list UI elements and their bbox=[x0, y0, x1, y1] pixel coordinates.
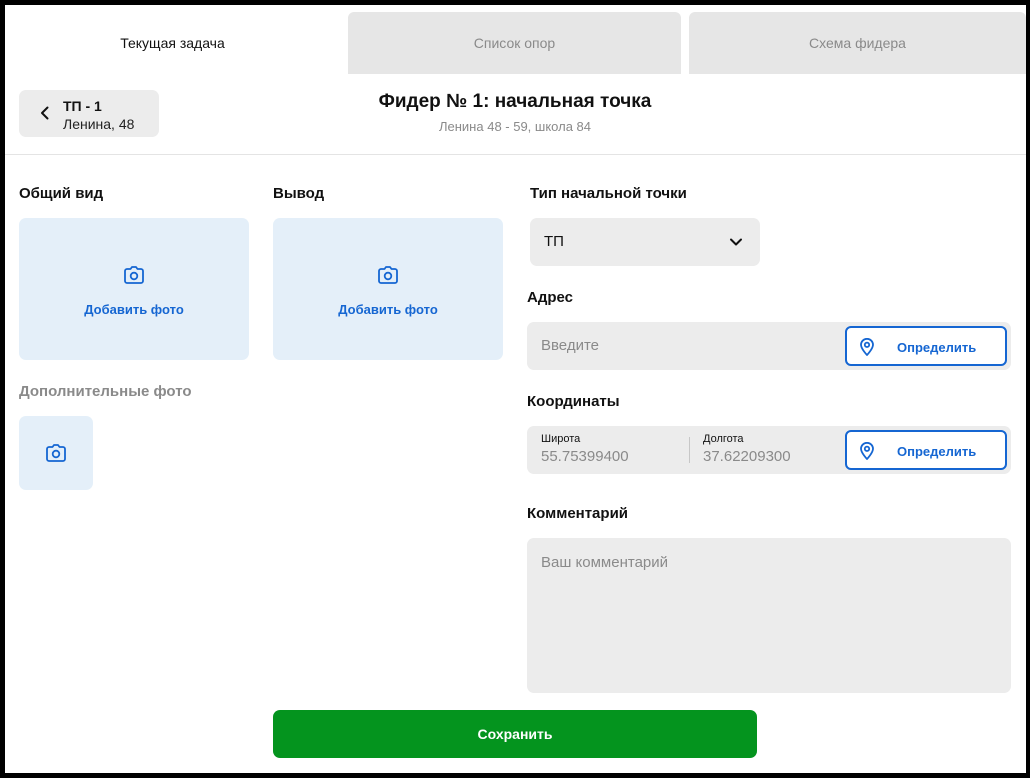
coordinates-divider bbox=[689, 437, 690, 463]
tab-label: Схема фидера bbox=[809, 35, 906, 51]
latitude-label: Широта bbox=[541, 433, 581, 445]
tab-feeder-scheme[interactable]: Схема фидера bbox=[689, 12, 1026, 74]
back-title: ТП - 1 bbox=[63, 98, 102, 114]
general-view-photo-button[interactable]: Добавить фото bbox=[19, 218, 249, 360]
comment-label: Комментарий bbox=[527, 505, 629, 522]
coordinates-label: Координаты bbox=[527, 393, 620, 410]
detect-label: Определить bbox=[897, 340, 977, 355]
tab-label: Текущая задача bbox=[120, 35, 225, 51]
detect-address-button[interactable]: Определить bbox=[845, 326, 1007, 366]
map-pin-icon bbox=[860, 442, 874, 460]
chevron-left-icon bbox=[41, 106, 49, 120]
comment-textarea[interactable]: Ваш комментарий bbox=[527, 538, 1011, 693]
page-title: Фидер № 1: начальная точка bbox=[378, 91, 652, 112]
extra-photos-label: Дополнительные фото bbox=[19, 383, 192, 400]
address-label: Адрес bbox=[527, 289, 574, 306]
detect-label: Определить bbox=[897, 444, 977, 459]
extra-photo-button[interactable] bbox=[19, 416, 93, 490]
camera-icon bbox=[378, 266, 398, 284]
add-photo-label: Добавить фото bbox=[338, 302, 438, 317]
back-subtitle: Ленина, 48 bbox=[63, 116, 135, 132]
detect-coordinates-button[interactable]: Определить bbox=[845, 430, 1007, 470]
app-frame: Текущая задача Список опор Схема фидера … bbox=[5, 5, 1026, 773]
chevron-down-icon bbox=[730, 238, 742, 246]
page-header: ТП - 1 Ленина, 48 Фидер № 1: начальная т… bbox=[5, 74, 1026, 155]
point-type-select[interactable]: ТП bbox=[530, 218, 760, 266]
general-view-label: Общий вид bbox=[19, 185, 104, 202]
point-type-label: Тип начальной точки bbox=[530, 185, 687, 202]
longitude-input[interactable]: 37.62209300 bbox=[703, 448, 791, 465]
map-pin-icon bbox=[860, 338, 874, 356]
tab-supports-list[interactable]: Список опор bbox=[348, 12, 681, 74]
address-field[interactable]: Введите Определить bbox=[527, 322, 1011, 370]
tab-bar: Текущая задача Список опор Схема фидера bbox=[5, 5, 1026, 74]
camera-icon bbox=[124, 266, 144, 284]
coordinates-field: Широта 55.75399400 Долгота 37.62209300 О… bbox=[527, 426, 1011, 474]
tab-label: Список опор bbox=[473, 35, 556, 51]
latitude-input[interactable]: 55.75399400 bbox=[541, 448, 629, 465]
camera-icon bbox=[46, 444, 66, 462]
save-button[interactable]: Сохранить bbox=[273, 710, 757, 758]
save-label: Сохранить bbox=[477, 726, 553, 742]
page-subtitle: Ленина 48 - 59, школа 84 bbox=[438, 119, 591, 134]
point-type-value: ТП bbox=[544, 233, 564, 250]
address-placeholder: Введите bbox=[541, 337, 599, 354]
back-button[interactable]: ТП - 1 Ленина, 48 bbox=[19, 90, 159, 137]
add-photo-label: Добавить фото bbox=[84, 302, 184, 317]
output-photo-button[interactable]: Добавить фото bbox=[273, 218, 503, 360]
tab-current-task[interactable]: Текущая задача bbox=[5, 12, 340, 74]
output-label: Вывод bbox=[273, 185, 325, 202]
longitude-label: Долгота bbox=[703, 433, 744, 445]
comment-placeholder: Ваш комментарий bbox=[541, 554, 669, 571]
